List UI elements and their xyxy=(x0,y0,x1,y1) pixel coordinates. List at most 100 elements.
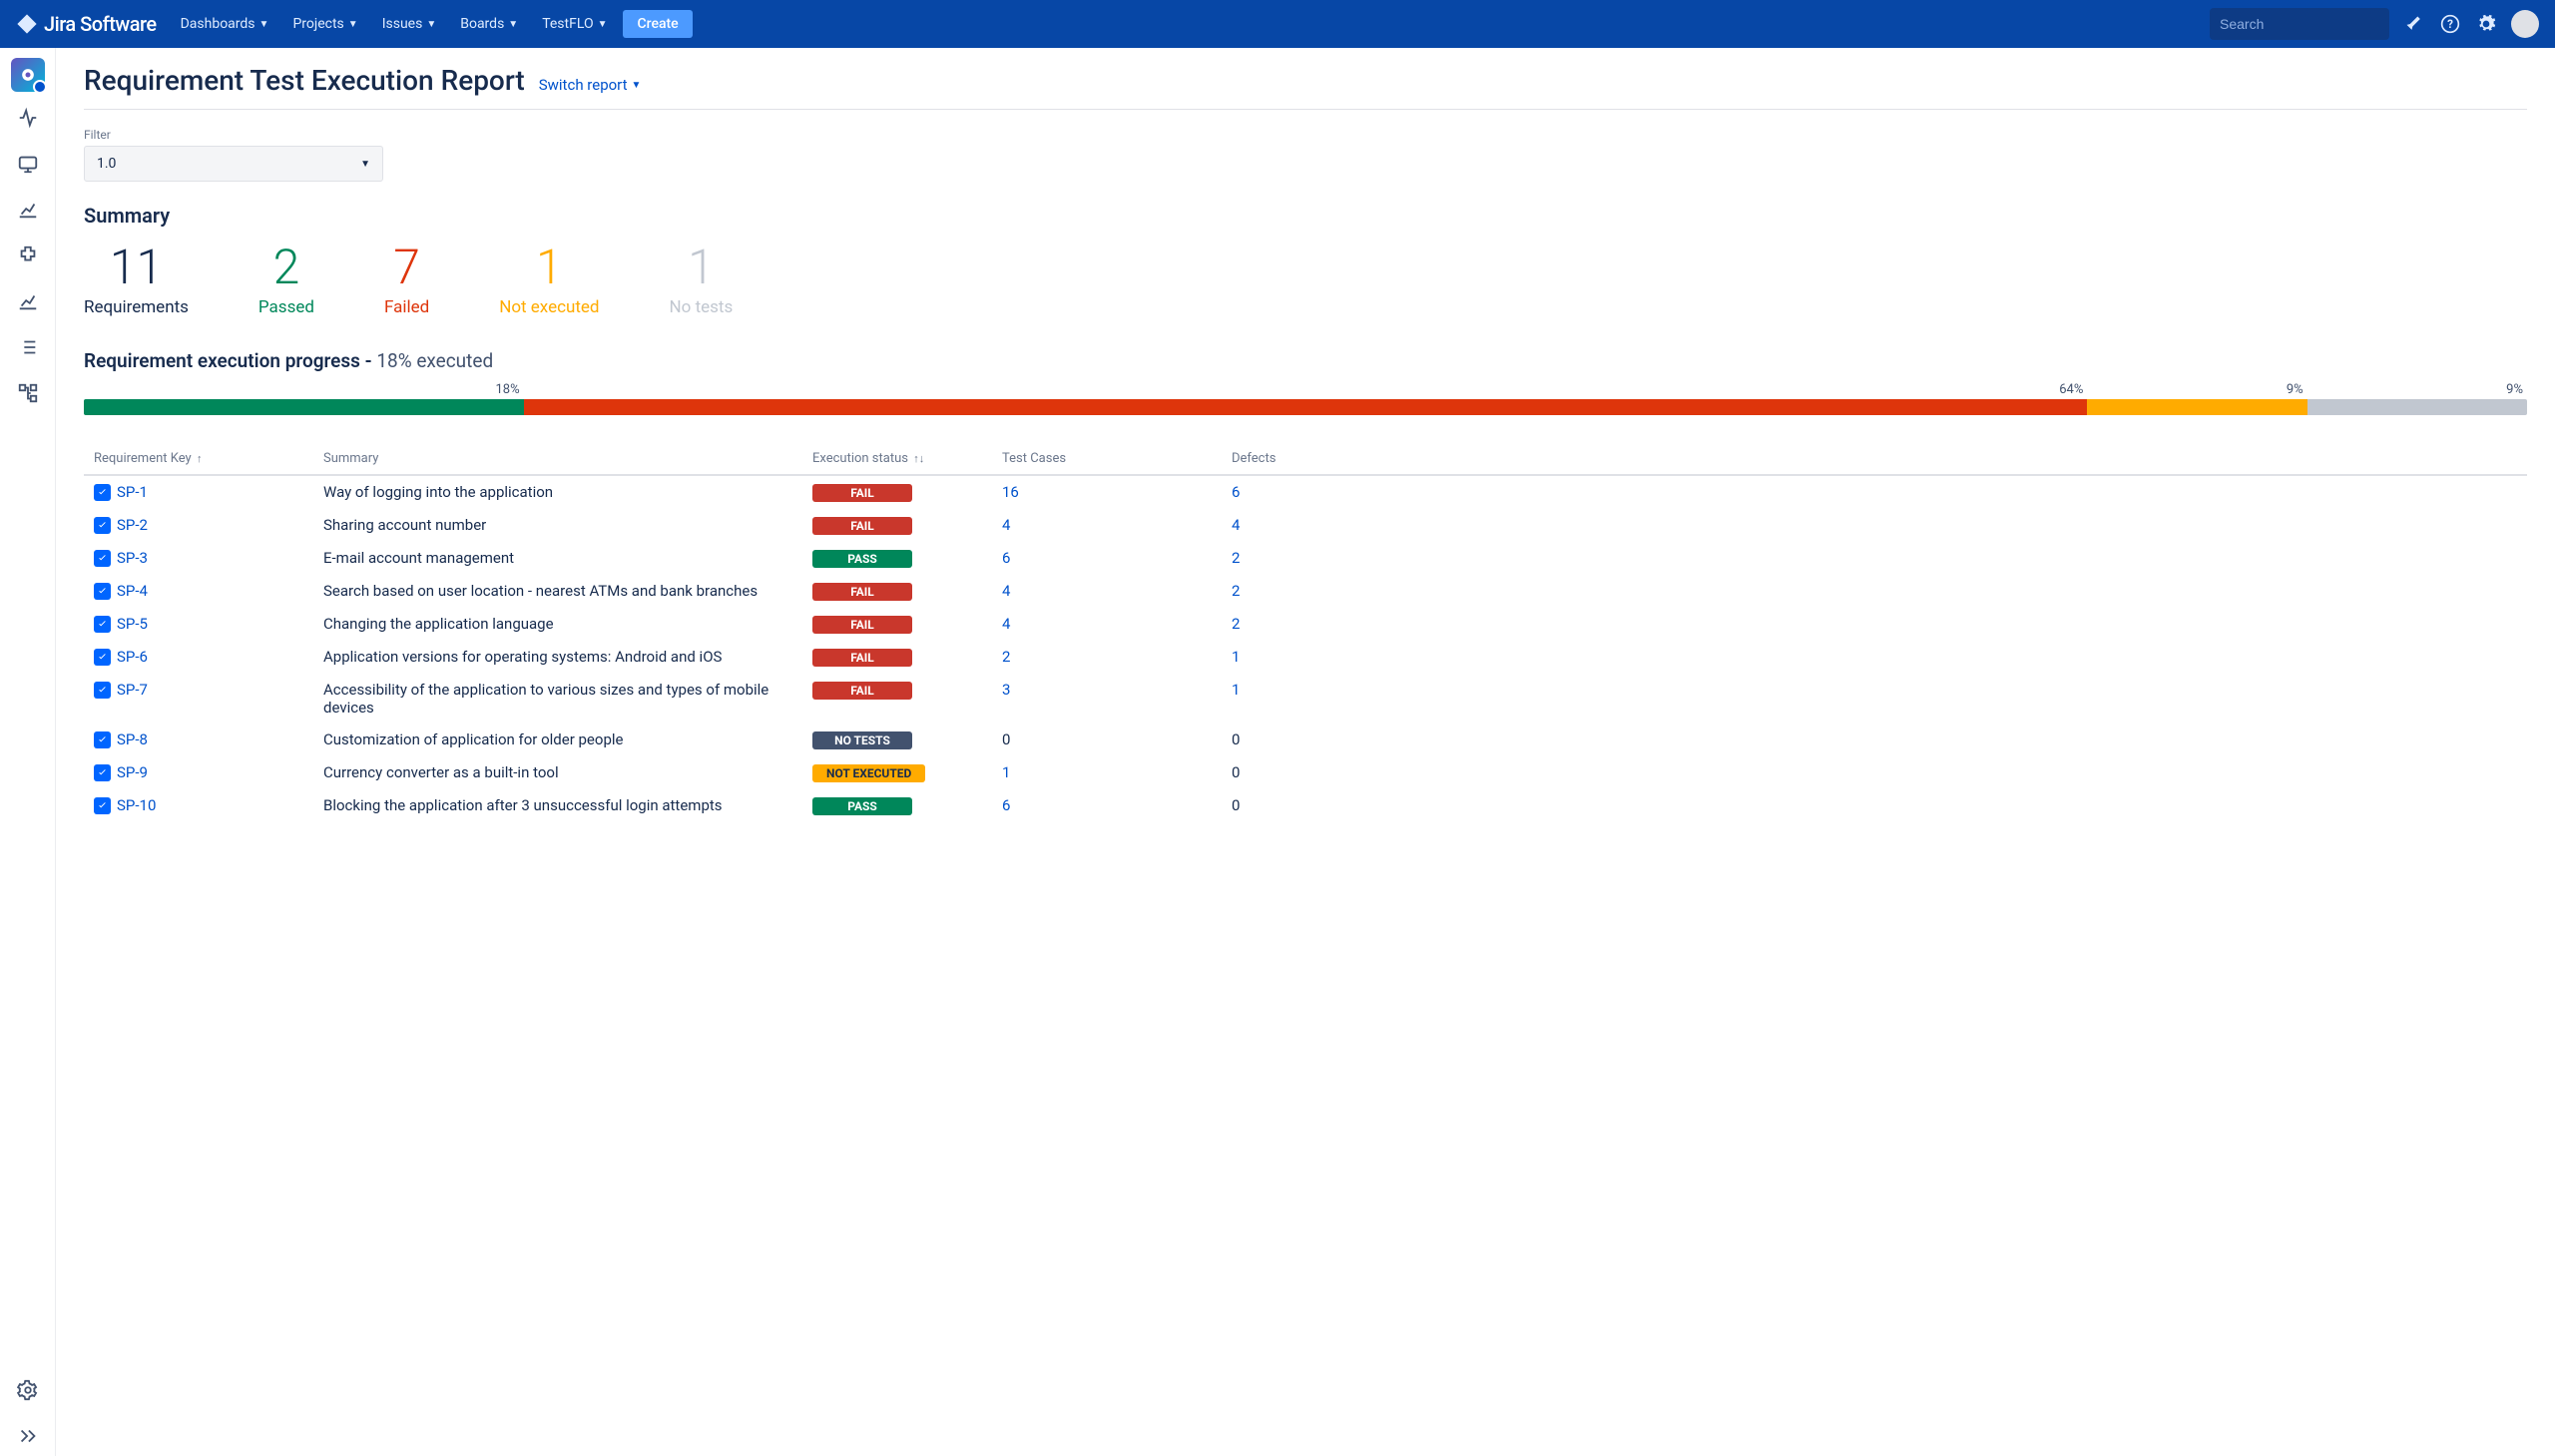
summary-cell: Sharing account number xyxy=(313,509,802,542)
requirement-icon xyxy=(94,616,111,633)
requirement-key-link[interactable]: SP-5 xyxy=(117,615,148,633)
status-badge: FAIL xyxy=(812,583,912,601)
requirement-key-link[interactable]: SP-1 xyxy=(117,483,148,501)
tests-link[interactable]: 6 xyxy=(1002,549,1010,567)
defects-link[interactable]: 2 xyxy=(1232,549,1240,567)
list-icon[interactable] xyxy=(8,327,48,367)
nav-item-boards[interactable]: Boards ▼ xyxy=(452,10,526,38)
filter-value: 1.0 xyxy=(97,156,116,172)
summary-not-executed: 1Not executed xyxy=(499,243,599,317)
help-icon[interactable]: ? xyxy=(2439,13,2461,35)
defects-link[interactable]: 4 xyxy=(1232,516,1240,534)
summary-title: Summary xyxy=(84,204,2527,228)
progress-seg xyxy=(2307,399,2527,415)
filter-dropdown[interactable]: 1.0 ▼ xyxy=(84,146,383,182)
summary-cell: E-mail account management xyxy=(313,542,802,575)
table-row: SP-5Changing the application languageFAI… xyxy=(84,608,2527,641)
col-tests[interactable]: Test Cases xyxy=(992,443,1222,475)
chevron-down-icon: ▼ xyxy=(632,80,642,91)
tests-link[interactable]: 4 xyxy=(1002,516,1010,534)
summary-label: Passed xyxy=(258,297,314,317)
requirement-icon xyxy=(94,731,111,748)
defects-link[interactable]: 2 xyxy=(1232,582,1240,600)
summary-value: 11 xyxy=(84,243,189,291)
monitor-icon[interactable] xyxy=(8,144,48,184)
requirement-key-link[interactable]: SP-6 xyxy=(117,648,148,666)
activity-icon[interactable] xyxy=(8,98,48,138)
nav-item-dashboards[interactable]: Dashboards ▼ xyxy=(173,10,277,38)
switch-report-label: Switch report xyxy=(539,76,628,94)
tests-link[interactable]: 4 xyxy=(1002,615,1010,633)
progress-seg xyxy=(2087,399,2306,415)
requirement-key-link[interactable]: SP-7 xyxy=(117,681,148,699)
tests-link[interactable]: 4 xyxy=(1002,582,1010,600)
app-logo[interactable]: Jira Software xyxy=(16,12,157,36)
sidebar-app-icon[interactable] xyxy=(11,58,45,92)
table-row: SP-10Blocking the application after 3 un… xyxy=(84,789,2527,822)
requirement-key-link[interactable]: SP-3 xyxy=(117,549,148,567)
feedback-icon[interactable] xyxy=(2403,13,2425,35)
table-row: SP-2 Sharing account number FAIL 4 4 xyxy=(84,509,2527,542)
addon-icon[interactable] xyxy=(8,236,48,275)
defects-link[interactable]: 6 xyxy=(1232,483,1240,501)
search-input[interactable] xyxy=(2220,16,2400,32)
nav-item-testflo[interactable]: TestFLO ▼ xyxy=(534,10,615,38)
status-badge: PASS xyxy=(812,550,912,568)
nav-item-projects[interactable]: Projects ▼ xyxy=(284,10,365,38)
requirement-key-link[interactable]: SP-8 xyxy=(117,730,148,748)
progress-seg-label: 18% xyxy=(84,382,524,397)
status-badge: FAIL xyxy=(812,649,912,667)
summary-cell: Customization of application for older p… xyxy=(313,724,802,756)
table-row: SP-3 E-mail account management PASS 6 2 xyxy=(84,542,2527,575)
defects-link[interactable]: 1 xyxy=(1232,681,1240,699)
search-box[interactable] xyxy=(2210,8,2389,40)
create-button[interactable]: Create xyxy=(623,10,692,38)
requirement-key-link[interactable]: SP-4 xyxy=(117,582,148,600)
switch-report-link[interactable]: Switch report ▼ xyxy=(539,76,642,94)
chevron-down-icon: ▼ xyxy=(360,159,370,170)
col-summary[interactable]: Summary xyxy=(313,443,802,475)
expand-icon[interactable] xyxy=(8,1416,48,1456)
chevron-down-icon: ▼ xyxy=(426,19,436,30)
requirement-key-link[interactable]: SP-2 xyxy=(117,516,148,534)
col-defects[interactable]: Defects xyxy=(1222,443,2527,475)
status-badge: FAIL xyxy=(812,517,912,535)
requirement-icon xyxy=(94,649,111,666)
table-row: SP-4Search based on user location - near… xyxy=(84,575,2527,608)
app-logo-text: Jira Software xyxy=(44,12,157,36)
tests-link[interactable]: 2 xyxy=(1002,648,1010,666)
page-title: Requirement Test Execution Report xyxy=(84,64,525,97)
tests-link[interactable]: 6 xyxy=(1002,796,1010,814)
table-row: SP-7Accessibility of the application to … xyxy=(84,674,2527,724)
requirement-key-link[interactable]: SP-9 xyxy=(117,763,148,781)
defects-link[interactable]: 2 xyxy=(1232,615,1240,633)
summary-value: 1 xyxy=(670,243,734,291)
chevron-down-icon: ▼ xyxy=(348,19,358,30)
col-key[interactable]: Requirement Key ↑ xyxy=(84,443,313,475)
summary-no-tests: 1No tests xyxy=(670,243,734,317)
status-badge: PASS xyxy=(812,797,912,815)
requirements-table: Requirement Key ↑ Summary Execution stat… xyxy=(84,443,2527,822)
user-avatar[interactable] xyxy=(2511,10,2539,38)
tests-link[interactable]: 16 xyxy=(1002,483,1019,501)
svg-text:?: ? xyxy=(2447,17,2453,31)
jira-logo-icon xyxy=(16,13,38,35)
col-exec[interactable]: Execution status ↑↓ xyxy=(802,443,992,475)
tree-icon[interactable] xyxy=(8,373,48,413)
tests-link[interactable]: 3 xyxy=(1002,681,1010,699)
chart2-icon[interactable] xyxy=(8,281,48,321)
defects-link[interactable]: 1 xyxy=(1232,648,1240,666)
requirement-icon xyxy=(94,517,111,534)
settings-icon[interactable] xyxy=(2475,13,2497,35)
nav-item-issues[interactable]: Issues ▼ xyxy=(374,10,445,38)
requirement-icon xyxy=(94,682,111,699)
table-row: SP-8 Customization of application for old… xyxy=(84,724,2527,756)
progress-title: Requirement execution progress - 18% exe… xyxy=(84,349,2527,372)
tests-link[interactable]: 1 xyxy=(1002,763,1010,781)
requirement-key-link[interactable]: SP-10 xyxy=(117,796,156,814)
sidebar-settings-icon[interactable] xyxy=(8,1370,48,1410)
chart-icon[interactable] xyxy=(8,190,48,230)
requirement-icon xyxy=(94,764,111,781)
table-row: SP-9Currency converter as a built-in too… xyxy=(84,756,2527,789)
status-badge: FAIL xyxy=(812,484,912,502)
